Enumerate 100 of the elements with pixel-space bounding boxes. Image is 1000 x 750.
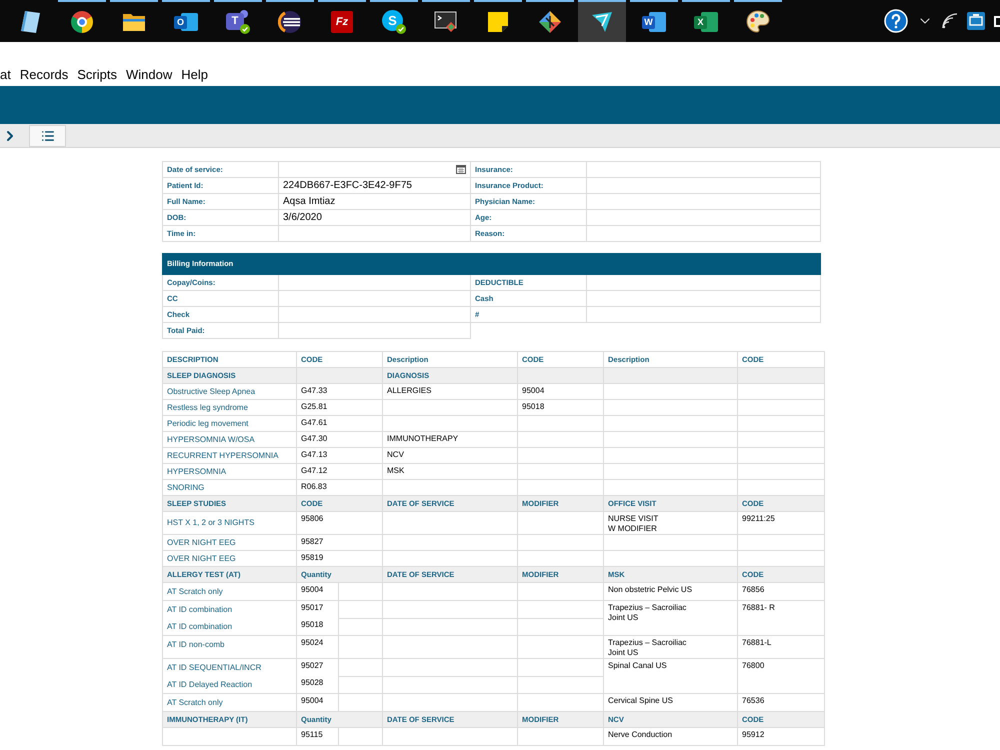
- input-field[interactable]: [586, 162, 820, 178]
- taskbar-button[interactable]: W: [630, 0, 678, 42]
- table-cell: 95004: [301, 585, 324, 595]
- input-field[interactable]: [586, 210, 820, 226]
- taskbar-button[interactable]: [578, 0, 626, 42]
- input-field[interactable]: [278, 306, 470, 322]
- menu-item[interactable]: Scripts: [77, 67, 117, 83]
- menu-item[interactable]: Records: [20, 67, 68, 83]
- table-cell: Obstructive Sleep Apnea: [162, 384, 296, 400]
- input-field[interactable]: [338, 600, 383, 618]
- input-field[interactable]: [586, 274, 820, 290]
- input-field[interactable]: [278, 162, 470, 178]
- input-field[interactable]: [586, 194, 820, 210]
- input-field[interactable]: [338, 582, 383, 600]
- calendar-icon[interactable]: [456, 165, 466, 174]
- table-cell: G47.12: [296, 464, 383, 480]
- input-field[interactable]: 3/6/2020: [278, 210, 470, 226]
- input-field[interactable]: [518, 728, 604, 746]
- input-field[interactable]: [518, 512, 604, 534]
- table-cell: Nerve Conduction: [604, 728, 738, 746]
- input-field[interactable]: [382, 512, 518, 534]
- logo-letter: O: [176, 18, 184, 27]
- table-cell: 76800: [738, 658, 825, 694]
- table-cell: HST X 1, 2 or 3 NIGHTS: [162, 512, 296, 534]
- table-cell: 95028: [301, 678, 324, 688]
- table-cell: OVER NIGHT EEG: [162, 534, 296, 550]
- table-cell: G25.81: [296, 400, 383, 416]
- table-cell: 95027: [301, 661, 324, 671]
- input-field[interactable]: [518, 658, 604, 676]
- table-cell: 95004: [518, 384, 604, 400]
- input-field[interactable]: 224DB667-E3FC-3E42-9F75: [278, 178, 470, 194]
- input-field[interactable]: [586, 226, 820, 242]
- input-field[interactable]: [338, 658, 383, 676]
- table-cell: Trapezius – Sacroiliac Joint US: [604, 636, 738, 658]
- table-cell: 76881- R: [738, 600, 825, 636]
- input-field[interactable]: [518, 600, 604, 618]
- input-field[interactable]: [278, 322, 470, 338]
- input-field[interactable]: [586, 306, 820, 322]
- table-cell: 76881-L: [738, 636, 825, 658]
- table-cell: Restless leg syndrome: [162, 400, 296, 416]
- wifi-icon[interactable]: [942, 13, 958, 29]
- input-field[interactable]: [278, 290, 470, 306]
- input-field[interactable]: Aqsa Imtiaz: [278, 194, 470, 210]
- input-field[interactable]: [382, 728, 518, 746]
- table-cell: 76856: [738, 582, 825, 600]
- input-field[interactable]: [382, 582, 518, 600]
- input-field[interactable]: [586, 178, 820, 194]
- table-cell: Non obstetric Pelvic US: [604, 582, 738, 600]
- menu-item[interactable]: Help: [181, 67, 208, 83]
- logo-letter: S: [388, 14, 397, 27]
- input-field[interactable]: [278, 274, 470, 290]
- input-field[interactable]: [382, 600, 518, 618]
- input-field[interactable]: [338, 618, 383, 636]
- logo-letter: X: [697, 18, 704, 27]
- input-field[interactable]: [518, 636, 604, 658]
- table-cell: Spinal Canal US: [604, 658, 738, 694]
- table-cell: 95912: [738, 728, 825, 746]
- help-icon[interactable]: [884, 9, 908, 33]
- input-field[interactable]: [278, 226, 470, 242]
- battery-icon[interactable]: [994, 16, 1000, 26]
- table-cell: NURSE VISIT W MODIFIER: [604, 512, 738, 534]
- list-button[interactable]: [29, 124, 66, 146]
- taskbar-button[interactable]: X: [682, 0, 730, 42]
- table-cell: AT ID non-comb: [167, 640, 225, 650]
- table-cell: HYPERSOMNIA: [162, 464, 296, 480]
- table-cell: Trapezius – Sacroiliac Joint US: [604, 600, 738, 636]
- table-cell: G47.61: [296, 416, 383, 432]
- table-cell: HYPERSOMNIA W/OSA: [162, 432, 296, 448]
- table-cell: MSK: [382, 464, 518, 480]
- input-field[interactable]: [382, 636, 518, 658]
- input-field[interactable]: [518, 534, 604, 550]
- table-cell: 95004: [301, 696, 324, 706]
- device-icon[interactable]: [967, 12, 985, 30]
- input-field[interactable]: [338, 636, 383, 658]
- table-cell: G47.33: [296, 384, 383, 400]
- table-cell: AT Scratch only: [167, 698, 223, 708]
- table-cell: 95827: [296, 534, 383, 550]
- menu-item[interactable]: Window: [126, 67, 172, 83]
- logo-letter: T: [232, 16, 238, 27]
- input-field[interactable]: [338, 728, 383, 746]
- input-field[interactable]: [382, 618, 518, 636]
- taskbar-button[interactable]: O: [162, 0, 210, 42]
- taskbar-button[interactable]: Fz: [318, 0, 366, 42]
- input-field[interactable]: [382, 676, 518, 694]
- table-cell: AT ID combination: [167, 622, 232, 632]
- logo-letter: W: [644, 18, 653, 27]
- input-field[interactable]: [518, 582, 604, 600]
- table-cell: AT ID combination: [167, 604, 232, 614]
- table-cell: AT ID Delayed Reaction: [167, 680, 252, 690]
- input-field[interactable]: [338, 676, 383, 694]
- table-cell: ALLERGIES: [382, 384, 518, 400]
- table-cell: 95115: [301, 730, 323, 740]
- table-cell: 95018: [301, 620, 324, 630]
- input-field[interactable]: [382, 534, 518, 550]
- menu-item[interactable]: at: [0, 67, 11, 83]
- taskbar-button[interactable]: T: [214, 0, 262, 42]
- input-field[interactable]: [586, 290, 820, 306]
- table-cell: AT Scratch only: [167, 586, 223, 596]
- table-cell: IMMUNOTHERAPY: [382, 432, 518, 448]
- input-field[interactable]: [382, 658, 518, 676]
